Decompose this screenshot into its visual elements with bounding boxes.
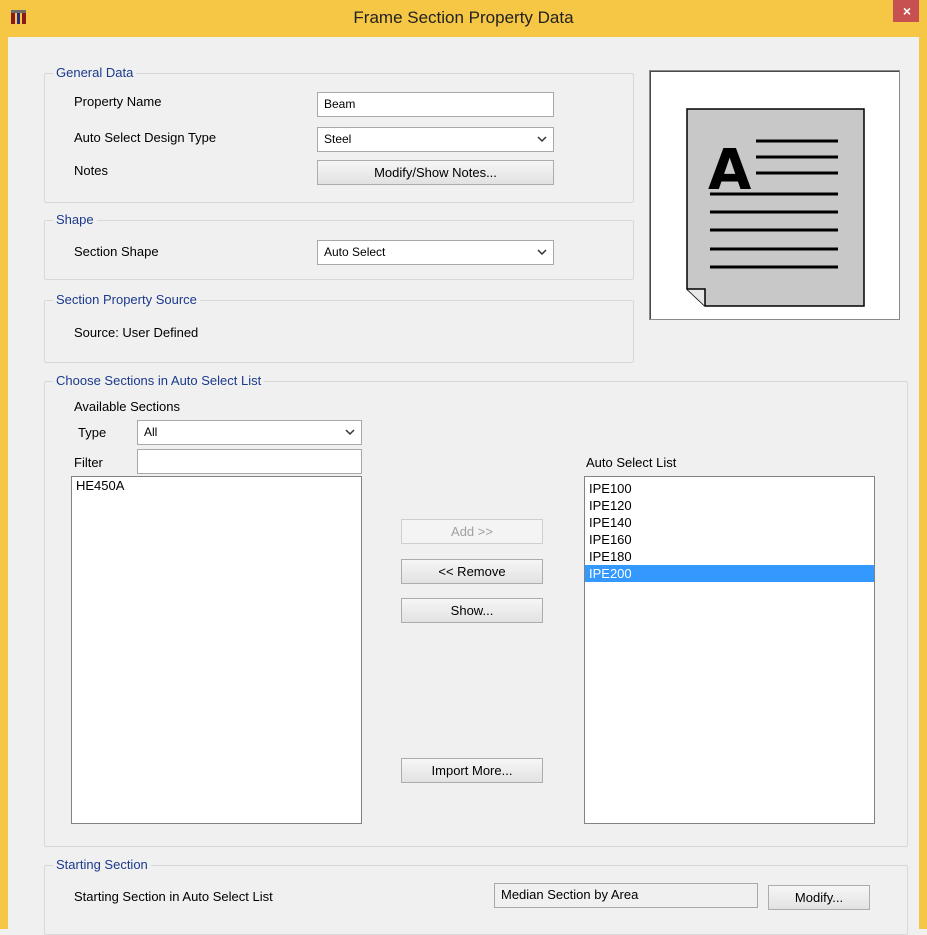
dialog-client: General Data Property Name Beam Auto Sel… xyxy=(8,37,919,935)
section-shape-label: Section Shape xyxy=(74,244,159,259)
import-more-button[interactable]: Import More... xyxy=(401,758,543,783)
starting-section-label: Starting Section in Auto Select List xyxy=(74,889,273,904)
property-name-label: Property Name xyxy=(74,94,162,109)
section-preview-document-icon: A xyxy=(686,108,865,307)
design-type-select[interactable]: Steel xyxy=(317,127,554,152)
source-text: Source: User Defined xyxy=(74,325,199,340)
section-shape-select[interactable]: Auto Select xyxy=(317,240,554,265)
chevron-down-icon xyxy=(537,249,547,256)
filter-input[interactable] xyxy=(137,449,362,474)
list-item[interactable]: HE450A xyxy=(72,477,361,494)
chevron-down-icon xyxy=(345,429,355,436)
notes-label: Notes xyxy=(74,163,108,178)
section-preview: A xyxy=(649,70,900,320)
list-item[interactable]: IPE180 xyxy=(585,548,874,565)
window-border-right xyxy=(919,0,927,929)
auto-select-list[interactable]: IPE100 IPE120 IPE140 IPE160 IPE180 IPE20… xyxy=(584,476,875,824)
source-title: Section Property Source xyxy=(53,292,200,307)
remove-button[interactable]: << Remove xyxy=(401,559,543,584)
list-item-selected[interactable]: IPE200 xyxy=(585,565,874,582)
add-button[interactable]: Add >> xyxy=(401,519,543,544)
filter-label: Filter xyxy=(74,455,103,470)
chevron-down-icon xyxy=(537,136,547,143)
available-sections-label: Available Sections xyxy=(74,399,180,414)
property-name-input[interactable]: Beam xyxy=(317,92,554,117)
type-value: All xyxy=(144,425,158,439)
type-label: Type xyxy=(78,425,107,440)
modify-show-notes-button[interactable]: Modify/Show Notes... xyxy=(317,160,554,185)
list-item[interactable]: IPE120 xyxy=(585,497,874,514)
shape-title: Shape xyxy=(53,212,97,227)
starting-section-value: Median Section by Area xyxy=(494,883,758,908)
auto-select-list-label: Auto Select List xyxy=(586,455,677,470)
window-border-left xyxy=(0,0,8,929)
available-sections-list[interactable]: HE450A xyxy=(71,476,362,824)
design-type-value: Steel xyxy=(324,132,352,146)
section-shape-value: Auto Select xyxy=(324,245,386,259)
type-select[interactable]: All xyxy=(137,420,362,445)
design-type-label: Auto Select Design Type xyxy=(74,130,217,145)
starting-section-modify-button[interactable]: Modify... xyxy=(768,885,870,910)
general-data-title: General Data xyxy=(53,65,137,80)
list-item[interactable]: IPE160 xyxy=(585,531,874,548)
list-item[interactable]: IPE100 xyxy=(585,480,874,497)
choose-sections-title: Choose Sections in Auto Select List xyxy=(53,373,265,388)
list-item[interactable]: IPE140 xyxy=(585,514,874,531)
close-button[interactable]: × xyxy=(893,0,921,22)
window-title: Frame Section Property Data xyxy=(353,8,574,27)
show-button[interactable]: Show... xyxy=(401,598,543,623)
title-bar: Frame Section Property Data × xyxy=(0,0,927,37)
starting-section-title: Starting Section xyxy=(53,857,151,872)
